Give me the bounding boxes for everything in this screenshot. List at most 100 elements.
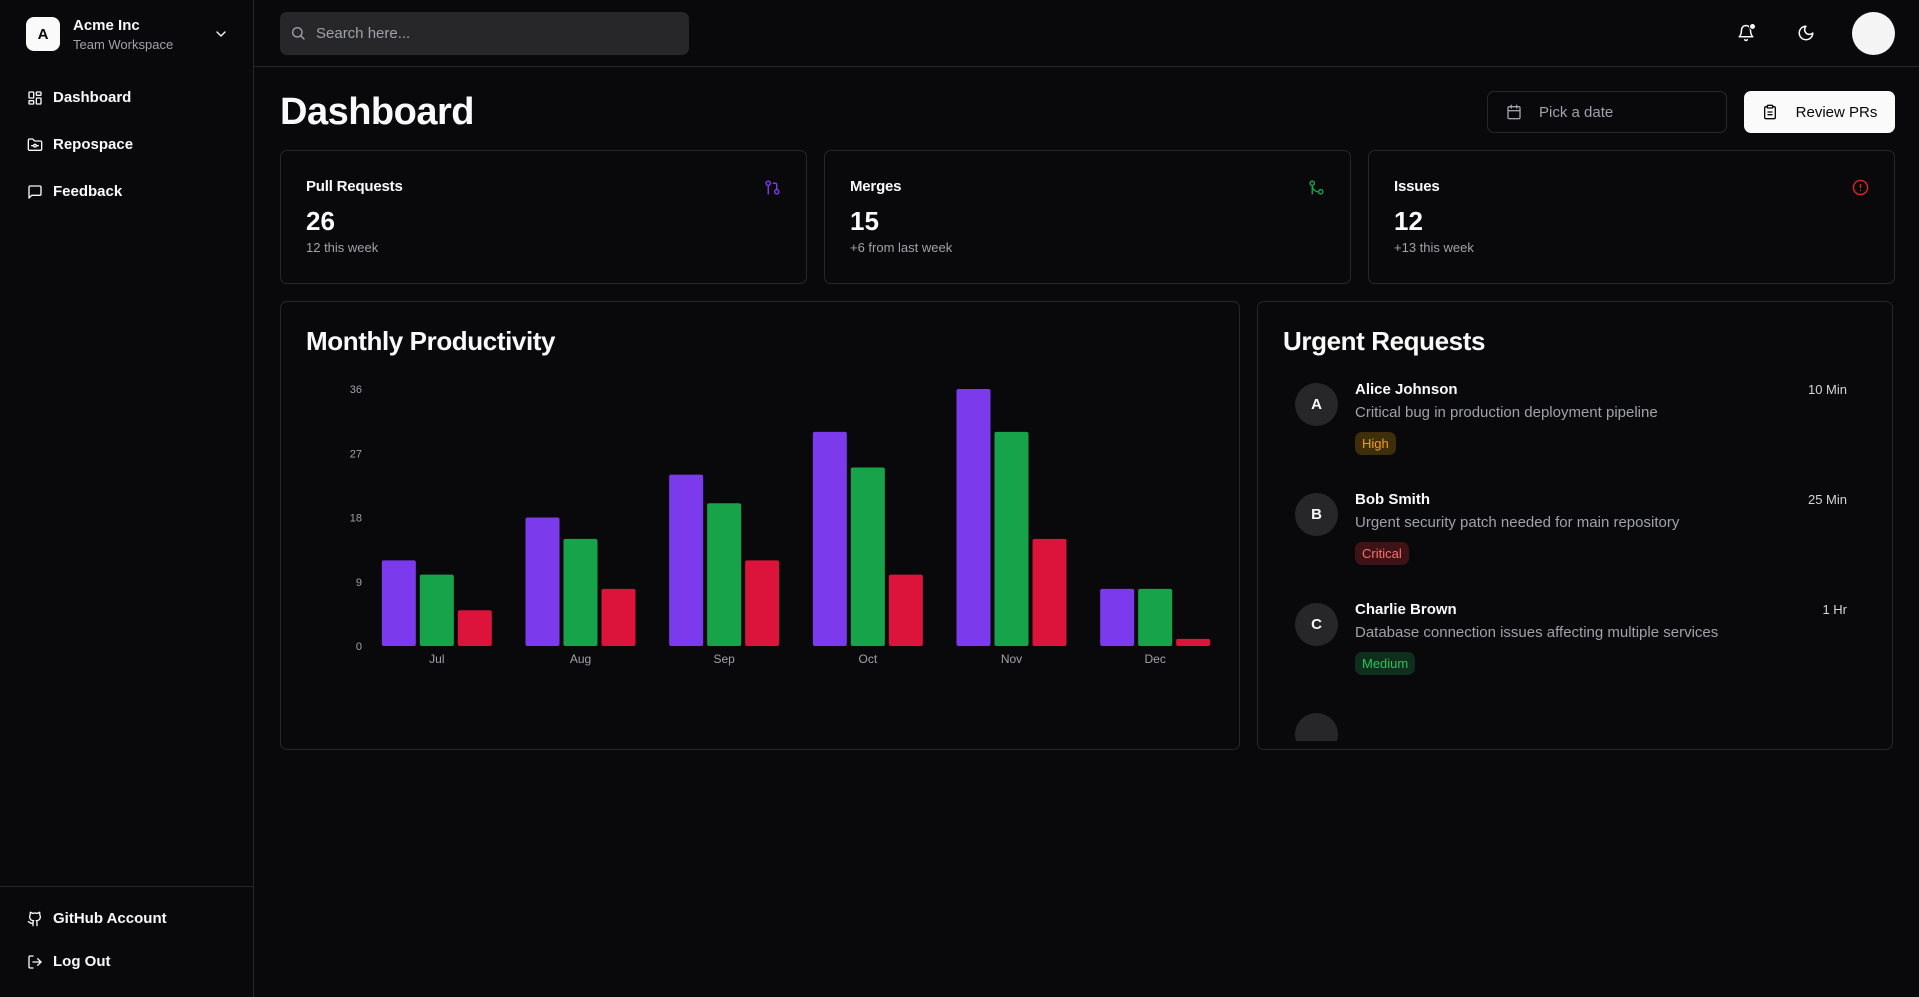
x-tick-label: Sep [713, 652, 735, 666]
search-input[interactable] [316, 24, 676, 42]
request-time: 25 Min [1807, 492, 1847, 507]
sidebar-item-label: Repospace [53, 136, 134, 153]
stat-value: 15 [850, 206, 879, 236]
request-header: Alice Johnson 10 Min [1355, 381, 1857, 398]
bar-nov-0 [956, 389, 991, 646]
stat-title: Pull Requests [306, 178, 403, 195]
y-tick-label: 18 [350, 513, 362, 525]
request-body: Alice Johnson 10 Min Critical bug in pro… [1355, 381, 1857, 491]
sidebar-item-log-out[interactable]: Log Out [0, 940, 253, 983]
x-tick-label: Jul [429, 652, 444, 666]
workspace-switcher[interactable]: A Acme Inc Team Workspace [0, 0, 253, 66]
bar-oct-2 [888, 574, 923, 646]
requester-name: Charlie Brown [1355, 601, 1457, 618]
message-square-icon [28, 184, 42, 199]
sidebar-item-repospace[interactable]: Repospace [0, 121, 253, 168]
moon-icon [1798, 25, 1814, 41]
workspace-logo: A [26, 17, 60, 51]
priority-badge: Critical [1355, 542, 1409, 565]
bar-jul-2 [457, 610, 492, 646]
sidebar-item-github-account[interactable]: GitHub Account [0, 897, 253, 940]
bar-sep-0 [669, 474, 704, 646]
sidebar-item-label: Feedback [53, 183, 123, 200]
request-time: 10 Min [1807, 382, 1847, 397]
chevron-down-icon [216, 31, 226, 37]
y-tick-label: 27 [350, 448, 362, 460]
sidebar-footer: GitHub Account Log Out [0, 886, 253, 997]
date-picker-placeholder: Pick a date [1539, 103, 1614, 121]
stat-title: Merges [850, 178, 902, 195]
avatar: B [1295, 493, 1338, 536]
sidebar-item-label: Log Out [53, 953, 111, 970]
dashboard-content: Dashboard Pick a date Review PRs Pull Re… [254, 67, 1919, 750]
x-tick-label: Dec [1144, 652, 1165, 666]
x-tick-label: Nov [1001, 652, 1022, 666]
workspace-text: Acme Inc Team Workspace [73, 17, 213, 52]
sidebar-item-label: Dashboard [53, 89, 132, 106]
bar-oct-1 [850, 467, 885, 646]
request-message: Urgent security patch needed for main re… [1355, 514, 1680, 531]
request-message: Database connection issues affecting mul… [1355, 624, 1719, 641]
bar-oct-0 [812, 431, 847, 646]
sidebar-item-feedback[interactable]: Feedback [0, 168, 253, 215]
notifications-button[interactable] [1728, 15, 1764, 51]
header-actions: Pick a date Review PRs [1487, 91, 1895, 133]
sidebar-item-label: GitHub Account [53, 910, 167, 927]
bar-aug-1 [563, 538, 598, 646]
workspace-subtitle: Team Workspace [73, 36, 174, 52]
bar-aug-2 [601, 588, 636, 646]
urgent-requests-card: Urgent Requests A Alice Johnson 10 Min C… [1257, 301, 1893, 750]
requester-name: Alice Johnson [1355, 381, 1458, 398]
search-icon [292, 27, 305, 40]
list-item[interactable]: A Alice Johnson 10 Min Critical bug in p… [1283, 381, 1867, 491]
main-area: Dashboard Pick a date Review PRs Pull Re… [254, 0, 1919, 997]
calendar-icon [1507, 104, 1521, 120]
date-picker[interactable]: Pick a date [1487, 91, 1727, 133]
stats-row: Pull Requests 26 12 this week Merges 15 … [280, 150, 1895, 284]
bar-sep-1 [707, 503, 742, 646]
list-item[interactable]: C Charlie Brown 1 Hr Database connection… [1283, 601, 1867, 711]
top-bar [254, 0, 1919, 67]
user-avatar[interactable] [1852, 11, 1895, 55]
requester-name: Bob Smith [1355, 491, 1430, 508]
git-merge-icon [1309, 180, 1324, 195]
y-tick-label: 0 [356, 641, 362, 653]
alert-circle-icon [1852, 179, 1869, 196]
stat-value: 26 [306, 206, 335, 236]
list-item[interactable]: B Bob Smith 25 Min Urgent security patch… [1283, 491, 1867, 601]
page-header: Dashboard Pick a date Review PRs [280, 91, 1895, 133]
productivity-bar-chart: 0 9 18 27 36 Jul Aug Sep Oct Nov Dec [350, 384, 1211, 666]
bar-jul-0 [381, 560, 416, 646]
stat-card-issues: Issues 12 +13 this week [1368, 150, 1895, 284]
stat-card-pull-requests: Pull Requests 26 12 this week [280, 150, 807, 284]
review-prs-button[interactable]: Review PRs [1744, 91, 1895, 133]
stat-value: 12 [1394, 206, 1423, 236]
lower-row: Monthly Productivity 0 9 18 27 36 Jul Aug Sep Oc… [280, 301, 1895, 750]
page-title: Dashboard [280, 90, 474, 133]
list-item-partial[interactable] [1283, 711, 1867, 741]
request-header: Charlie Brown 1 Hr [1355, 601, 1857, 618]
request-body: Bob Smith 25 Min Urgent security patch n… [1355, 491, 1857, 601]
git-pull-request-icon [765, 180, 780, 195]
theme-toggle-button[interactable] [1788, 15, 1824, 51]
app-root: A Acme Inc Team Workspace Dashboard Repo… [0, 0, 1919, 997]
avatar [1295, 713, 1338, 741]
stat-card-merges: Merges 15 +6 from last week [824, 150, 1351, 284]
folder-git-icon [27, 137, 43, 151]
log-out-icon [28, 954, 42, 969]
stat-title: Issues [1394, 178, 1440, 195]
search-box[interactable] [280, 11, 689, 55]
sidebar-item-dashboard[interactable]: Dashboard [0, 74, 253, 121]
stat-subtext: +13 this week [1394, 240, 1474, 255]
bar-jul-1 [419, 574, 454, 646]
y-tick-label: 9 [356, 577, 362, 589]
bar-nov-1 [994, 431, 1029, 646]
github-icon [27, 911, 42, 926]
x-tick-label: Aug [570, 652, 591, 666]
bar-sep-2 [745, 560, 780, 646]
monthly-productivity-card: Monthly Productivity 0 9 18 27 36 Jul Aug Sep Oc… [280, 301, 1240, 750]
request-header: Bob Smith 25 Min [1355, 491, 1857, 508]
avatar: C [1295, 603, 1338, 646]
sidebar-nav: Dashboard Repospace Feedback [0, 66, 253, 215]
request-body: Charlie Brown 1 Hr Database connection i… [1355, 601, 1857, 711]
